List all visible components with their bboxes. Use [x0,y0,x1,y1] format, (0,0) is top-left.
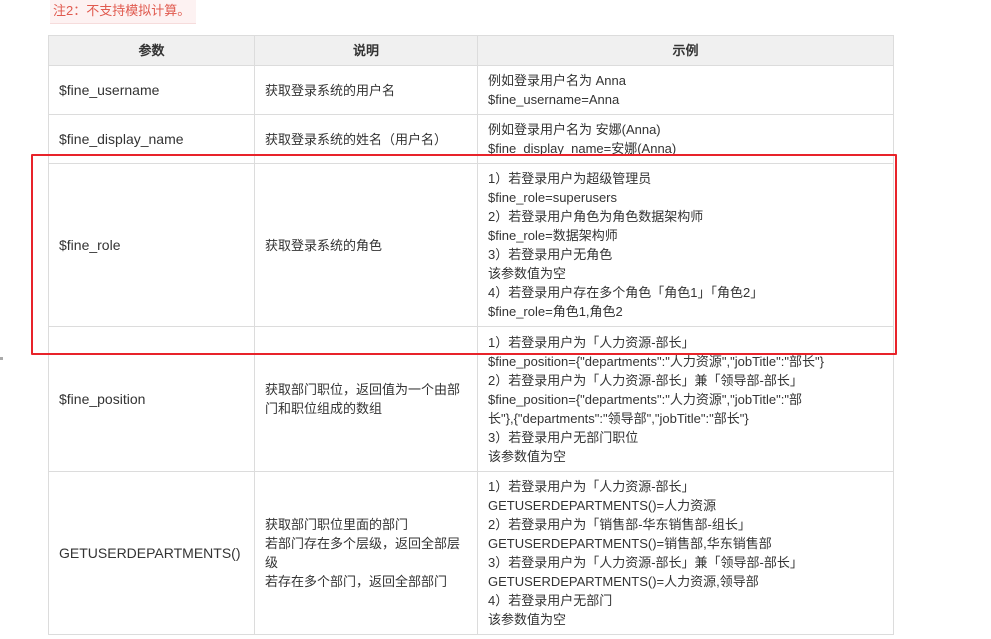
example-line: 1）若登录用户为超级管理员 [488,171,652,186]
example-line: 3）若登录用户无角色 [488,247,613,262]
param-cell: $fine_position [48,326,255,472]
header-param: 参数 [48,35,255,66]
example-line: $fine_role=角色1,角色2 [488,304,623,319]
example-line: 该参数值为空 [488,266,567,281]
description-line: 获取登录系统的用户名 [265,82,396,98]
description-line: 获取部门职位里面的部门 [265,517,409,532]
table-row: $fine_role 获取登录系统的角色 1）若登录用户为超级管理员 $fine… [48,163,894,327]
example-line: GETUSERDEPARTMENTS()=销售部,华东销售部 [488,536,772,551]
description-cell: 获取部门职位，返回值为一个由部门和职位组成的数组 [254,326,478,472]
example-line: 4）若登录用户无部门 [488,593,613,608]
table-row: GETUSERDEPARTMENTS() 获取部门职位里面的部门 若部门存在多个… [48,471,894,635]
example-line: 2）若登录用户为「人力资源-部长」兼「领导部-部长」 [488,372,803,388]
example-line: 3）若登录用户为「人力资源-部长」兼「领导部-部长」 [488,555,803,570]
example-line: $fine_position={"departments":"人力资源","jo… [488,353,824,369]
example-line: 1）若登录用户为「人力资源-部长」 [488,334,695,350]
description-cell: 获取部门职位里面的部门 若部门存在多个层级，返回全部层级 若存在多个部门，返回全… [254,471,478,635]
example-line: $fine_position={"departments":"人力资源","jo… [488,391,802,407]
header-example: 示例 [477,35,894,66]
example-line: $fine_username=Anna [488,92,620,107]
description-line: 获取登录系统的角色 [265,237,383,253]
parameter-table: 参数 说明 示例 $fine_username 获取登录系统的用户名 例如登录用… [48,35,894,635]
param-cell: $fine_role [48,163,255,327]
description-line: 若部门存在多个层级，返回全部层级 [265,536,461,570]
example-line: $fine_role=数据架构师 [488,228,618,243]
example-cell: 1）若登录用户为超级管理员 $fine_role=superusers 2）若登… [477,163,894,327]
example-line: GETUSERDEPARTMENTS()=人力资源,领导部 [488,574,759,589]
example-line: 3）若登录用户无部门职位 [488,429,639,445]
table-row: $fine_position 获取部门职位，返回值为一个由部门和职位组成的数组 … [48,326,894,472]
example-cell: 1）若登录用户为「人力资源-部长」 GETUSERDEPARTMENTS()=人… [477,471,894,635]
param-cell: GETUSERDEPARTMENTS() [48,471,255,635]
table-row: $fine_username 获取登录系统的用户名 例如登录用户名为 Anna … [48,65,894,115]
description-cell: 获取登录系统的角色 [254,163,478,327]
description-line: 获取部门职位，返回值为一个由部门和职位组成的数组 [265,382,461,416]
description-line: 获取登录系统的姓名（用户名） [265,131,448,147]
header-description: 说明 [254,35,478,66]
example-cell: 例如登录用户名为 Anna $fine_username=Anna [477,65,894,115]
example-line: 4）若登录用户存在多个角色「角色1」「角色2」 [488,285,764,300]
example-cell: 例如登录用户名为 安娜(Anna) $fine_display_name=安娜(… [477,114,894,164]
example-line: 该参数值为空 [488,448,567,464]
param-cell: $fine_username [48,65,255,115]
description-cell: 获取登录系统的姓名（用户名） [254,114,478,164]
table-header-row: 参数 说明 示例 [48,35,894,66]
description-line: 若存在多个部门，返回全部部门 [265,574,448,589]
param-cell: $fine_display_name [48,114,255,164]
example-line: 例如登录用户名为 Anna [488,73,626,88]
table-row: $fine_display_name 获取登录系统的姓名（用户名） 例如登录用户… [48,114,894,164]
example-line: $fine_role=superusers [488,190,617,205]
example-line: GETUSERDEPARTMENTS()=人力资源 [488,498,717,513]
example-line: 2）若登录用户为「销售部-华东销售部-组长」 [488,517,751,532]
example-line: 1）若登录用户为「人力资源-部长」 [488,479,695,494]
note-text: 注2：不支持模拟计算。 [50,0,197,24]
description-cell: 获取登录系统的用户名 [254,65,478,115]
example-line: 长"},{"departments":"领导部","jobTitle":"部长"… [488,410,749,426]
example-line: $fine_display_name=安娜(Anna) [488,141,677,156]
example-cell: 1）若登录用户为「人力资源-部长」 $fine_position={"depar… [477,326,894,472]
example-line: 2）若登录用户角色为角色数据架构师 [488,209,704,224]
example-line: 该参数值为空 [488,612,567,627]
edge-marker [0,357,3,360]
example-line: 例如登录用户名为 安娜(Anna) [488,122,661,137]
